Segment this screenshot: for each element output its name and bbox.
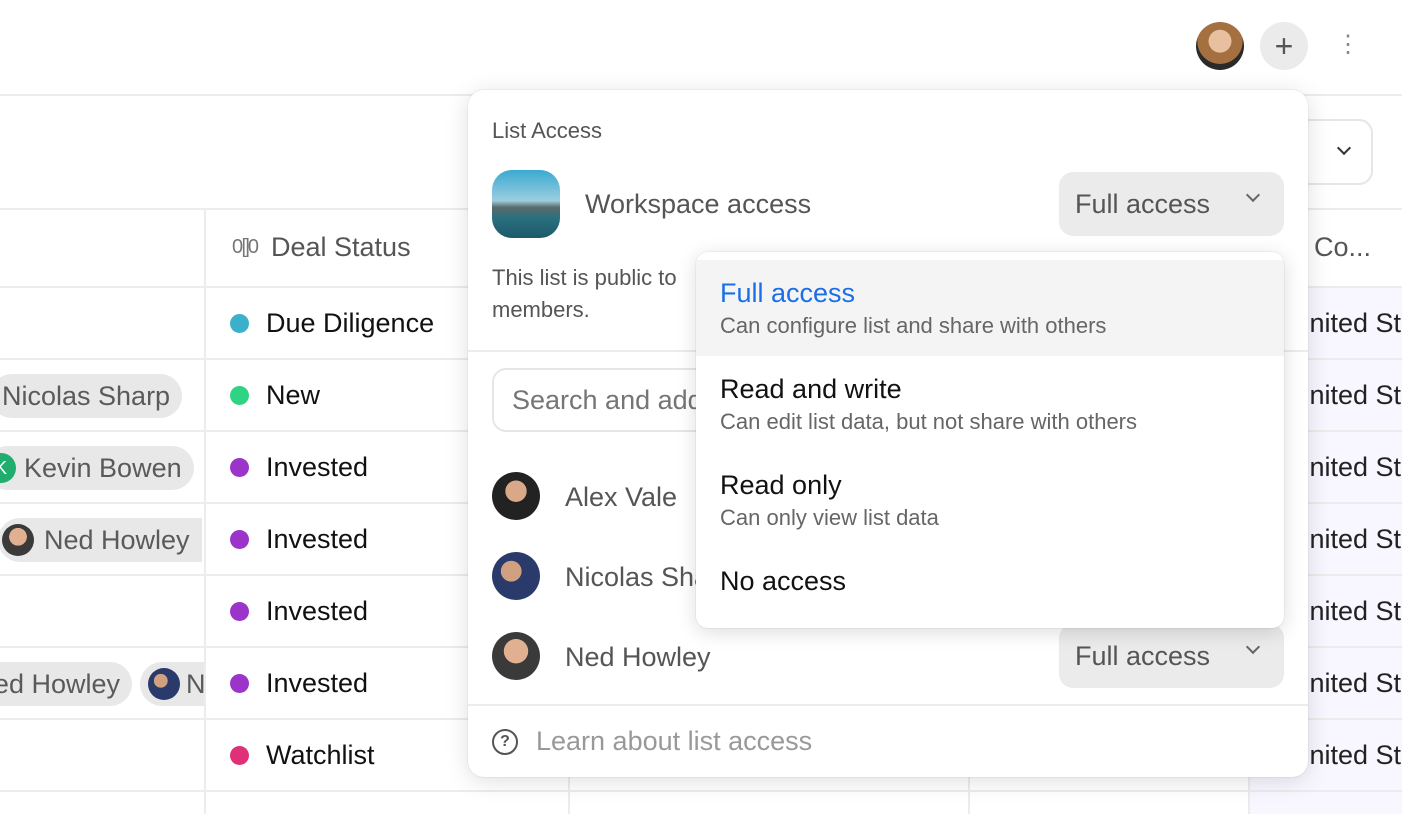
help-circle-icon: ?: [492, 728, 518, 755]
status-cell: Invested: [266, 452, 369, 482]
person-chip[interactable]: Nicolas Sharp: [0, 374, 183, 418]
member-avatar: [492, 552, 540, 600]
menu-item-read-only[interactable]: Read only Can only view list data: [696, 452, 1284, 548]
menu-item-full-access[interactable]: Full access Can configure list and share…: [696, 260, 1284, 356]
status-cell: Invested: [266, 668, 369, 698]
member-access-select[interactable]: Full access: [1059, 624, 1284, 688]
status-cell: Due Diligence: [266, 308, 435, 338]
status-cell: Invested: [266, 524, 369, 554]
more-options-button[interactable]: ⋮: [1336, 30, 1360, 62]
user-avatar[interactable]: [1196, 22, 1244, 70]
public-note: This list is public to members.: [492, 265, 677, 322]
status-dot: [230, 746, 249, 765]
status-column-icon: 0|]0: [232, 236, 259, 258]
add-button[interactable]: +: [1260, 22, 1308, 70]
person-chip[interactable]: Ned Howley: [0, 662, 132, 706]
person-avatar: [2, 524, 34, 556]
more-vertical-icon: ⋮: [1336, 31, 1360, 58]
menu-item-read-and-write[interactable]: Read and write Can edit list data, but n…: [696, 356, 1284, 452]
menu-item-no-access[interactable]: No access: [696, 548, 1284, 618]
status-dot: [230, 602, 249, 621]
member-avatar: [492, 632, 540, 680]
workspace-access-select[interactable]: Full access: [1059, 172, 1284, 236]
status-dot: [230, 530, 249, 549]
column-header-country[interactable]: Co...: [1314, 232, 1371, 263]
member-avatar: [492, 472, 540, 520]
chevron-down-icon: [1336, 140, 1352, 156]
status-cell: Invested: [266, 596, 369, 626]
chevron-down-icon: [1245, 639, 1261, 655]
column-header-deal-status[interactable]: 0|]0 Deal Status: [232, 232, 411, 263]
workspace-access-label: Workspace access: [585, 189, 812, 219]
learn-about-list-access-link[interactable]: ? Learn about list access: [492, 726, 812, 757]
person-avatar: [148, 668, 180, 700]
chevron-down-icon: [1245, 187, 1261, 203]
workspace-icon: [492, 170, 560, 238]
plus-icon: +: [1274, 27, 1294, 64]
access-level-menu: Full access Can configure list and share…: [696, 252, 1284, 628]
status-cell: Watchlist: [266, 740, 375, 770]
status-dot: [230, 458, 249, 477]
status-dot: [230, 314, 249, 333]
person-chip[interactable]: K Kevin Bowen: [0, 446, 194, 490]
status-cell: New: [266, 380, 321, 410]
person-chip[interactable]: Ned Howley: [0, 518, 202, 562]
popover-title: List Access: [492, 118, 603, 143]
status-dot: [230, 674, 249, 693]
person-chip[interactable]: N: [140, 662, 204, 706]
status-dot: [230, 386, 249, 405]
person-avatar: K: [0, 453, 16, 483]
